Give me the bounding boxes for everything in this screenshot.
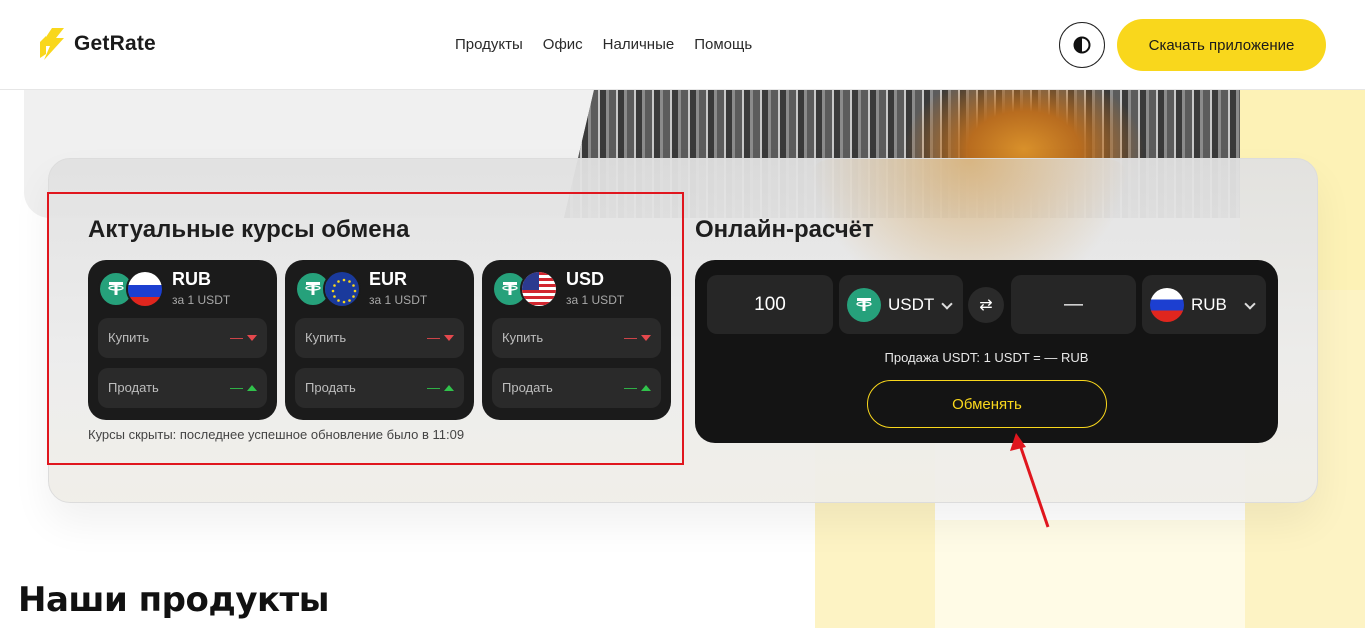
tether-icon [847, 288, 881, 322]
chevron-down-icon [941, 298, 953, 310]
products-title: Наши продукты [18, 580, 330, 620]
nav-item-office[interactable]: Офис [543, 36, 583, 53]
contrast-icon [1073, 36, 1091, 54]
nav-item-products[interactable]: Продукты [455, 36, 523, 53]
calculator: 100 USDT ⇄ — RUB Продажа USDT: 1 USDT = … [695, 260, 1278, 443]
swap-button[interactable]: ⇄ [968, 287, 1004, 323]
main-nav: Продукты Офис Наличные Помощь [455, 36, 752, 53]
decor-yellow-shape [935, 520, 1245, 628]
chevron-down-icon [1244, 298, 1256, 310]
download-app-button[interactable]: Скачать приложение [1117, 19, 1326, 71]
annotation-arrow [1010, 433, 1050, 528]
rate-note: Продажа USDT: 1 USDT = — RUB [884, 350, 1089, 365]
logo[interactable]: GetRate [38, 28, 156, 60]
nav-item-cash[interactable]: Наличные [603, 36, 675, 53]
from-currency-select[interactable]: USDT [839, 275, 963, 334]
amount-input[interactable]: 100 [707, 275, 833, 334]
to-currency-label: RUB [1191, 295, 1227, 314]
header: GetRate Продукты Офис Наличные Помощь Ск… [0, 0, 1365, 90]
from-currency-label: USDT [888, 295, 935, 314]
swap-arrows-icon: ⇄ [979, 297, 993, 314]
to-currency-select[interactable]: RUB [1142, 275, 1266, 334]
exchange-button[interactable]: Обменять [867, 380, 1107, 428]
annotation-highlight-box [47, 192, 684, 465]
result-amount-field[interactable]: — [1011, 275, 1136, 334]
logo-text: GetRate [74, 32, 156, 55]
nav-item-help[interactable]: Помощь [694, 36, 752, 53]
logo-bolt-icon [40, 28, 64, 60]
theme-toggle-button[interactable] [1059, 22, 1105, 68]
calculator-title: Онлайн-расчёт [695, 216, 874, 243]
russia-flag-icon [1150, 288, 1184, 322]
